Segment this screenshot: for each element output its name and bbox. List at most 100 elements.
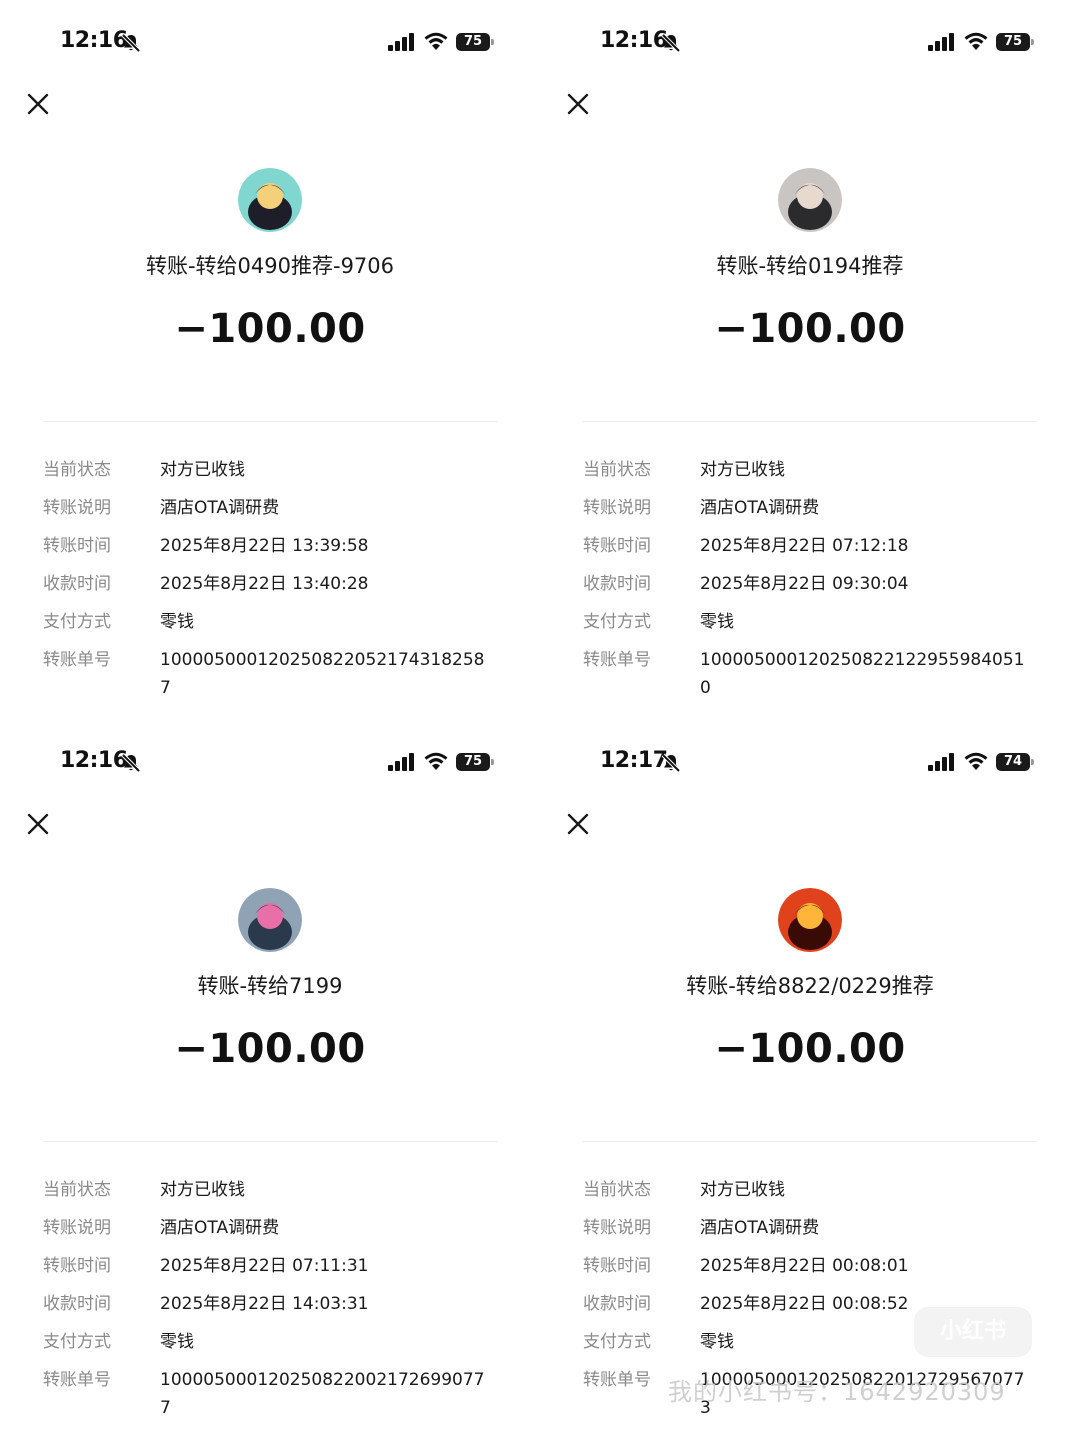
transfer-details: 当前状态 对方已收钱 转账说明 酒店OTA调研费 转账时间 2025年8月22日… [43,456,503,702]
silent-bell-icon [120,32,142,54]
detail-value: 2025年8月22日 07:11:31 [160,1256,369,1276]
battery-icon: 75 [456,753,494,771]
detail-label: 收款时间 [583,1294,651,1314]
battery-level: 74 [1003,754,1023,769]
divider [43,1141,497,1142]
detail-row-note: 转账说明 酒店OTA调研费 [43,1214,503,1252]
detail-value: 2025年8月22日 09:30:04 [700,574,909,594]
detail-label: 转账单号 [43,650,111,670]
transfer-detail-panel: 12:16 [540,0,1080,720]
detail-value: 2025年8月22日 13:39:58 [160,536,369,556]
detail-value: 酒店OTA调研费 [700,1218,820,1238]
status-time: 12:16 [60,748,128,773]
close-icon[interactable] [564,90,592,118]
detail-label: 转账说明 [43,1218,111,1238]
transfer-title: 转账-转给0194推荐 [716,254,904,278]
detail-label: 当前状态 [43,1180,111,1200]
transfer-title: 转账-转给0490推荐-9706 [145,254,395,278]
detail-row-transfer-id: 转账单号 100005000120250822122955984051 0 [583,646,1043,702]
detail-value: 2025年8月22日 07:12:18 [700,536,909,556]
detail-label: 当前状态 [583,460,651,480]
transfer-amount: −100.00 [174,1026,366,1072]
cellular-signal-icon [388,753,416,771]
avatar[interactable] [238,888,302,952]
wifi-icon [423,751,449,771]
detail-label: 转账说明 [583,498,651,518]
battery-icon: 75 [456,33,494,51]
detail-value: 酒店OTA调研费 [700,498,820,518]
detail-label: 转账时间 [583,536,651,556]
detail-row-note: 转账说明 酒店OTA调研费 [43,494,503,532]
detail-value[interactable]: 100005000120250822052174318258 7 [160,646,500,702]
divider [583,421,1037,422]
detail-label: 转账单号 [583,650,651,670]
detail-label: 收款时间 [43,574,111,594]
close-icon[interactable] [24,810,52,838]
silent-bell-icon [120,752,142,774]
close-icon[interactable] [564,810,592,838]
detail-label: 收款时间 [583,574,651,594]
detail-label: 当前状态 [43,460,111,480]
status-bar: 12:16 75 [0,24,540,64]
status-time: 12:17 [600,748,668,773]
detail-value[interactable]: 100005000120250822002172699077 7 [160,1366,500,1422]
detail-row-transfer-time: 转账时间 2025年8月22日 07:12:18 [583,532,1043,570]
transfer-details: 当前状态 对方已收钱 转账说明 酒店OTA调研费 转账时间 2025年8月22日… [43,1176,503,1422]
detail-value: 零钱 [160,612,194,632]
transfer-title: 转账-转给7199 [197,974,343,998]
wifi-icon [963,751,989,771]
battery-level: 75 [463,754,483,769]
watermark-text: 我的小红书号：1642920309 [668,1378,1006,1406]
detail-value: 2025年8月22日 13:40:28 [160,574,369,594]
detail-value: 对方已收钱 [700,460,785,480]
transfer-detail-panel: 12:16 [0,0,540,720]
detail-value: 对方已收钱 [700,1180,785,1200]
detail-value: 对方已收钱 [160,1180,245,1200]
wifi-icon [423,31,449,51]
detail-label: 转账时间 [43,1256,111,1276]
screenshot-collage: 12:16 75 转账-转给0490推荐-9706 −100.00 当前状态 对… [0,0,1080,1440]
avatar[interactable] [778,888,842,952]
detail-row-payment-method: 支付方式 零钱 [43,608,503,646]
status-time: 12:16 [60,28,128,53]
detail-label: 转账时间 [43,536,111,556]
close-icon[interactable] [24,90,52,118]
detail-value: 零钱 [160,1332,194,1352]
detail-row-receive-time: 收款时间 2025年8月22日 14:03:31 [43,1290,503,1328]
transfer-detail-panel: 12:16 [0,720,540,1440]
detail-label: 支付方式 [43,1332,111,1352]
detail-label: 转账时间 [583,1256,651,1276]
detail-row-payment-method: 支付方式 零钱 [43,1328,503,1366]
detail-value: 对方已收钱 [160,460,245,480]
cellular-signal-icon [388,33,416,51]
detail-value: 2025年8月22日 00:08:01 [700,1256,909,1276]
cellular-signal-icon [928,33,956,51]
watermark-logo: 小红书 [914,1307,1032,1357]
detail-row-transfer-id: 转账单号 100005000120250822052174318258 7 [43,646,503,702]
divider [43,421,497,422]
detail-row-status: 当前状态 对方已收钱 [43,1176,503,1214]
detail-row-note: 转账说明 酒店OTA调研费 [583,1214,1043,1252]
detail-value[interactable]: 100005000120250822122955984051 0 [700,646,1040,702]
detail-row-status: 当前状态 对方已收钱 [43,456,503,494]
status-bar: 12:16 75 [0,744,540,784]
detail-row-note: 转账说明 酒店OTA调研费 [583,494,1043,532]
avatar[interactable] [238,168,302,232]
transfer-amount: −100.00 [174,306,366,352]
silent-bell-icon [660,32,682,54]
transfer-amount: −100.00 [714,306,906,352]
battery-level: 75 [1003,34,1023,49]
silent-bell-icon [660,752,682,774]
status-bar: 12:16 75 [540,24,1080,64]
transfer-title: 转账-转给8822/0229推荐 [686,974,934,998]
detail-label: 收款时间 [43,1294,111,1314]
status-bar: 12:17 74 [540,744,1080,784]
detail-row-receive-time: 收款时间 2025年8月22日 09:30:04 [583,570,1043,608]
detail-label: 支付方式 [583,1332,651,1352]
avatar[interactable] [778,168,842,232]
detail-row-status: 当前状态 对方已收钱 [583,1176,1043,1214]
detail-value: 酒店OTA调研费 [160,1218,280,1238]
transfer-details: 当前状态 对方已收钱 转账说明 酒店OTA调研费 转账时间 2025年8月22日… [583,456,1043,702]
divider [583,1141,1037,1142]
detail-label: 转账单号 [43,1370,111,1390]
